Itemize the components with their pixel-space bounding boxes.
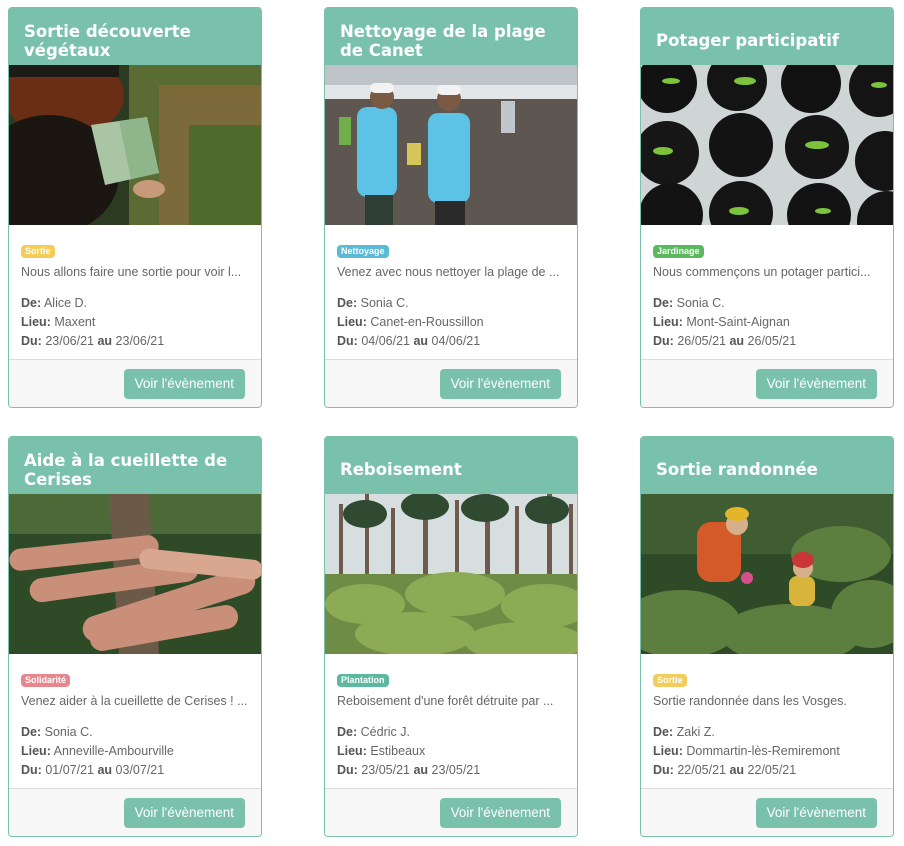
card-info: De: Cédric J. Lieu: Estibeaux Du: 23/05/…: [337, 723, 565, 780]
location-label: Lieu:: [653, 744, 683, 758]
card-footer: Voir l'évènement: [325, 788, 577, 836]
author: Zaki Z.: [676, 725, 715, 739]
card-description: Venez aider à la cueillette de Cerises !…: [21, 694, 248, 708]
date-from: 22/05/21: [677, 763, 726, 777]
date-from: 23/06/21: [45, 334, 94, 348]
location: Canet-en-Roussillon: [370, 315, 484, 329]
card-description: Reboisement d'une forêt détruite par ...: [337, 694, 554, 708]
author: Cédric J.: [360, 725, 410, 739]
date-from-label: Du:: [653, 763, 674, 777]
category-badge: Sortie: [653, 674, 687, 687]
view-event-button[interactable]: Voir l'évènement: [755, 798, 877, 828]
date-from: 01/07/21: [45, 763, 94, 777]
date-to: 23/05/21: [431, 763, 481, 777]
event-card: Sortie découverte végétaux Sortie Nous a…: [8, 7, 262, 408]
card-info: De: Zaki Z. Lieu: Dommartin-lès-Remiremo…: [653, 723, 881, 780]
card-title: Sortie randonnée: [641, 437, 893, 494]
date-from-label: Du:: [337, 334, 358, 348]
card-info: De: Sonia C. Lieu: Canet-en-Roussillon D…: [337, 294, 565, 351]
card-footer: Voir l'évènement: [641, 359, 893, 407]
author: Sonia C.: [44, 725, 93, 739]
date-to: 26/05/21: [747, 334, 797, 348]
location-label: Lieu:: [21, 315, 51, 329]
card-title: Sortie découverte végétaux: [9, 8, 261, 65]
event-card: Sortie randonnée Sortie Sortie randonnée…: [640, 436, 894, 837]
date-to-label: au: [97, 334, 113, 348]
date-to: 04/06/21: [431, 334, 481, 348]
seedling-pots-photo: [641, 65, 893, 225]
category-badge: Sortie: [21, 245, 55, 258]
category-badge: Solidarité: [21, 674, 71, 687]
author-label: De:: [337, 296, 358, 310]
location: Maxent: [54, 315, 96, 329]
date-to-label: au: [413, 763, 429, 777]
pine-forest-photo: [325, 494, 577, 654]
date-to: 03/07/21: [115, 763, 165, 777]
card-footer: Voir l'évènement: [325, 359, 577, 407]
card-description: Nous allons faire une sortie pour voir l…: [21, 265, 242, 279]
location: Mont-Saint-Aignan: [686, 315, 790, 329]
card-footer: Voir l'évènement: [641, 788, 893, 836]
date-from-label: Du:: [337, 763, 358, 777]
view-event-button[interactable]: Voir l'évènement: [439, 369, 561, 399]
date-to: 22/05/21: [747, 763, 797, 777]
hands-on-log-photo: [9, 494, 261, 654]
card-description: Venez avec nous nettoyer la plage de ...: [337, 265, 560, 279]
event-card: Aide à la cueillette de Cerises Solidari…: [8, 436, 262, 837]
card-description: Sortie randonnée dans les Vosges.: [653, 694, 847, 708]
event-card: Potager participatif Jardinage Nous comm…: [640, 7, 894, 408]
card-info: De: Alice D. Lieu: Maxent Du: 23/06/21 a…: [21, 294, 249, 351]
author-label: De:: [653, 725, 674, 739]
date-from: 23/05/21: [361, 763, 410, 777]
card-title: Reboisement: [325, 437, 577, 494]
author-label: De:: [21, 296, 42, 310]
date-to-label: au: [97, 763, 113, 777]
category-badge: Nettoyage: [337, 245, 389, 258]
category-badge: Jardinage: [653, 245, 704, 258]
location-label: Lieu:: [337, 744, 367, 758]
date-to-label: au: [413, 334, 429, 348]
date-from-label: Du:: [21, 334, 42, 348]
date-from-label: Du:: [653, 334, 674, 348]
date-to-label: au: [729, 334, 745, 348]
card-title: Potager participatif: [641, 8, 893, 65]
author: Sonia C.: [676, 296, 725, 310]
author-label: De:: [653, 296, 674, 310]
card-title: Aide à la cueillette de Cerises: [9, 437, 261, 494]
date-to-label: au: [729, 763, 745, 777]
location: Estibeaux: [370, 744, 426, 758]
reading-person-forest-photo: [9, 65, 261, 225]
view-event-button[interactable]: Voir l'évènement: [439, 798, 561, 828]
card-footer: Voir l'évènement: [9, 788, 261, 836]
card-footer: Voir l'évènement: [9, 359, 261, 407]
location-label: Lieu:: [337, 315, 367, 329]
card-info: De: Sonia C. Lieu: Mont-Saint-Aignan Du:…: [653, 294, 881, 351]
author-label: De:: [21, 725, 42, 739]
category-badge: Plantation: [337, 674, 389, 687]
author: Sonia C.: [360, 296, 409, 310]
card-info: De: Sonia C. Lieu: Anneville-Ambourville…: [21, 723, 249, 780]
beach-cleanup-photo: [325, 65, 577, 225]
card-description: Nous commençons un potager partici...: [653, 265, 871, 279]
author-label: De:: [337, 725, 358, 739]
event-card: Reboisement Plantation Reboisement d'une…: [324, 436, 578, 837]
date-to: 23/06/21: [115, 334, 165, 348]
date-from: 26/05/21: [677, 334, 726, 348]
card-title: Nettoyage de la plage de Canet: [325, 8, 577, 65]
hikers-garden-photo: [641, 494, 893, 654]
location-label: Lieu:: [21, 744, 51, 758]
event-card: Nettoyage de la plage de Canet Nettoyage…: [324, 7, 578, 408]
author: Alice D.: [43, 296, 88, 310]
location: Dommartin-lès-Remiremont: [686, 744, 840, 758]
view-event-button[interactable]: Voir l'évènement: [755, 369, 877, 399]
view-event-button[interactable]: Voir l'évènement: [123, 369, 245, 399]
location-label: Lieu:: [653, 315, 683, 329]
date-from-label: Du:: [21, 763, 42, 777]
view-event-button[interactable]: Voir l'évènement: [123, 798, 245, 828]
location: Anneville-Ambourville: [53, 744, 174, 758]
date-from: 04/06/21: [361, 334, 410, 348]
